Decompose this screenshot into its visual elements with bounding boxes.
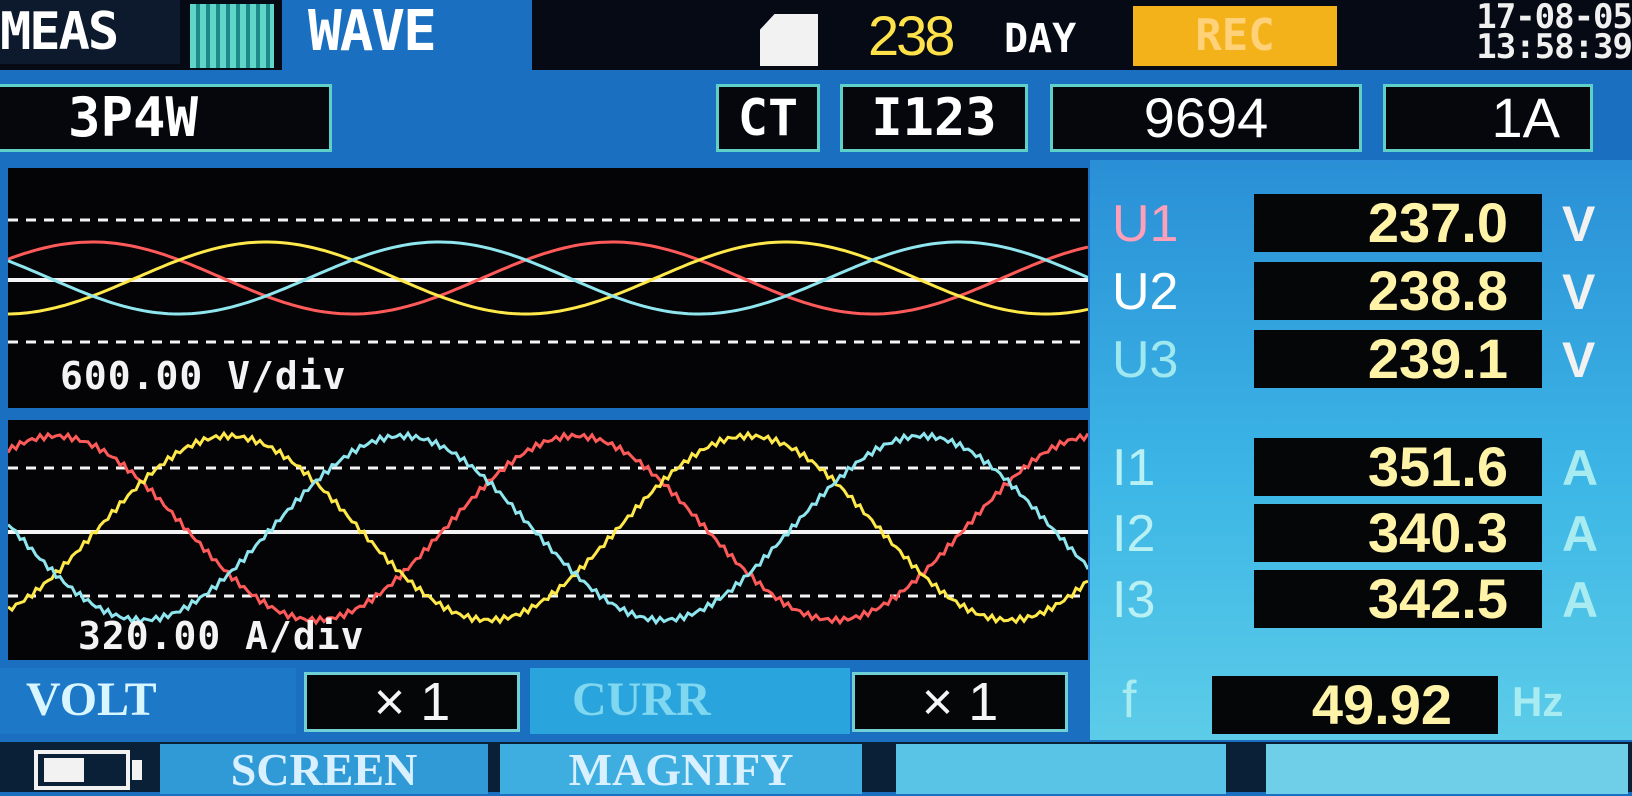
ct-range: 1A [1383, 84, 1593, 152]
u3-value: 239.1 [1254, 330, 1542, 388]
magnify-button[interactable]: MAGNIFY [500, 744, 862, 795]
i2-label: I2 [1112, 505, 1156, 563]
wiring-mode: 3P4W [0, 84, 332, 152]
u2-value: 238.8 [1254, 262, 1542, 320]
tab-meas[interactable]: MEAS [0, 0, 180, 64]
volt-zoom-label: VOLT [26, 673, 157, 726]
u3-label: U3 [1112, 331, 1179, 389]
tab-stripes-icon [190, 4, 274, 68]
u2-unit: V [1562, 264, 1596, 320]
i1-unit: A [1562, 440, 1599, 496]
current-trace-phase3 [8, 430, 1088, 626]
i1-label: I1 [1112, 439, 1156, 497]
sd-card-icon [760, 14, 818, 66]
ct-ratio: 9694 [1050, 84, 1362, 152]
ct-label: CT [716, 84, 820, 152]
function-key-4[interactable] [1266, 744, 1628, 794]
curr-zoom-factor[interactable]: × 1 [852, 672, 1068, 732]
voltage-waveform-scope: 600.00 V/div [8, 168, 1088, 408]
u1-value: 237.0 [1254, 194, 1542, 252]
current-scale-label: 320.00 A/div [78, 614, 365, 658]
ct-channels: I123 [840, 84, 1028, 152]
u2-label: U2 [1112, 263, 1179, 321]
recording-days-value: 238 [868, 4, 955, 67]
u3-unit: V [1562, 332, 1596, 388]
battery-terminal [132, 760, 142, 780]
i3-value: 342.5 [1254, 570, 1542, 628]
frequency-unit: Hz [1512, 678, 1564, 725]
curr-zoom-label: CURR [572, 673, 711, 726]
function-key-3[interactable] [896, 744, 1226, 794]
current-waveform-scope: 320.00 A/div [8, 420, 1088, 660]
u1-label: U1 [1112, 195, 1179, 253]
i2-value: 340.3 [1254, 504, 1542, 562]
battery-level [44, 758, 84, 782]
volt-zoom-factor[interactable]: × 1 [304, 672, 520, 732]
i2-unit: A [1562, 506, 1599, 562]
time-text: 13:58:39 [1476, 27, 1632, 67]
i3-unit: A [1562, 572, 1599, 628]
screen-button[interactable]: SCREEN [160, 744, 488, 795]
i1-value: 351.6 [1254, 438, 1542, 496]
frequency-value: 49.92 [1212, 676, 1498, 734]
frequency-label: f [1122, 671, 1137, 729]
current-trace-phase2 [8, 430, 1088, 625]
recording-days-unit: DAY [1004, 16, 1077, 62]
voltage-scale-label: 600.00 V/div [60, 354, 347, 398]
datetime: 17-08-05 13:58:39 [1425, 0, 1632, 67]
tab-wave[interactable]: WAVE [282, 0, 532, 70]
u1-unit: V [1562, 196, 1596, 252]
rec-indicator: REC [1133, 6, 1337, 66]
i3-label: I3 [1112, 571, 1156, 629]
